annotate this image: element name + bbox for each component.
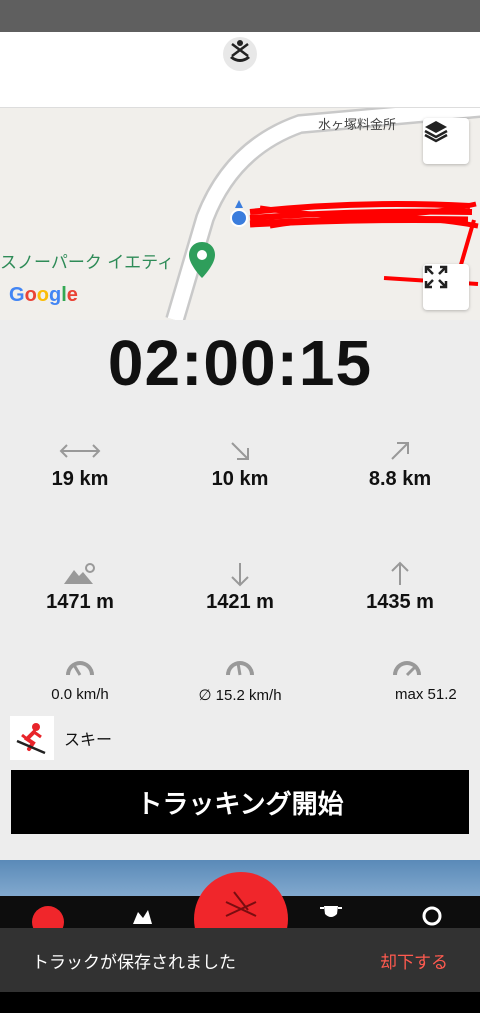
skier-icon <box>225 891 257 917</box>
nav-stats-icon[interactable] <box>130 904 154 928</box>
activity-icon <box>10 716 54 760</box>
map-view[interactable]: 水ヶ塚料金所 スノーパーク イエティ Google <box>0 108 480 320</box>
map-fullscreen-button[interactable] <box>423 264 469 310</box>
system-nav-bar <box>0 992 480 1013</box>
speedometer-icon <box>66 661 94 676</box>
stat-speed-max-value: max 51.2 <box>395 686 457 703</box>
poi-pin-icon[interactable] <box>188 241 216 279</box>
activity-selector[interactable]: スキー <box>10 716 112 760</box>
stat-speed-current: 0.0 km/h <box>0 654 160 703</box>
stat-speed-max: max 51.2 <box>347 654 480 703</box>
stat-min-altitude-value: 1421 m <box>206 591 274 613</box>
arrow-up-icon <box>391 561 409 585</box>
map-poi-label: スノーパーク イエティ <box>0 253 175 273</box>
stat-uphill-distance-value: 8.8 km <box>368 468 432 490</box>
layers-icon <box>424 121 448 143</box>
app-header <box>0 32 480 108</box>
nav-profile-icon[interactable] <box>420 904 444 928</box>
map-layers-button[interactable] <box>423 118 469 164</box>
expand-icon <box>424 265 448 289</box>
stat-max-altitude: 1435 m <box>320 561 480 614</box>
arrow-up-right-icon <box>391 442 409 460</box>
nav-trophy-icon[interactable] <box>318 904 344 928</box>
stat-min-altitude: 1421 m <box>160 561 320 614</box>
horizontal-arrows-icon <box>59 444 101 458</box>
arrow-down-right-icon <box>231 442 249 460</box>
snackbar: トラックが保存されました 却下する <box>0 928 480 992</box>
ski-icon <box>16 723 46 755</box>
stat-distance-value: 19 km <box>51 468 109 490</box>
stat-altitude: 1471 m <box>0 561 160 614</box>
activity-label: スキー <box>64 730 113 749</box>
stat-speed-current-value: 0.0 km/h <box>51 686 109 703</box>
stat-max-altitude-value: 1435 m <box>366 591 434 613</box>
map-place-label: 水ヶ塚料金所 <box>318 118 397 133</box>
mountain-pin-icon <box>64 563 95 584</box>
status-bar <box>0 0 480 32</box>
stat-speed-avg-value: ∅ 15.2 km/h <box>198 687 282 704</box>
stat-downhill-distance-value: 10 km <box>211 468 269 490</box>
stat-speed-avg: ∅ 15.2 km/h <box>160 654 320 704</box>
arrow-down-icon <box>231 563 249 587</box>
location-dot-icon <box>230 200 248 227</box>
stat-distance: 19 km <box>0 438 160 491</box>
stat-altitude-value: 1471 m <box>46 591 114 613</box>
speedometer-icon <box>226 661 254 676</box>
snackbar-message: トラックが保存されました <box>32 952 236 973</box>
start-tracking-button[interactable]: トラッキング開始 <box>11 770 469 834</box>
stat-downhill-distance: 10 km <box>160 438 320 491</box>
snackbar-dismiss-button[interactable]: 却下する <box>380 948 448 973</box>
skier-logo-icon <box>223 37 257 71</box>
elapsed-timer: 02:00:15 <box>107 327 373 399</box>
speedometer-icon <box>393 661 421 677</box>
stat-uphill-distance: 8.8 km <box>320 438 480 491</box>
google-logo: Google <box>9 284 78 306</box>
